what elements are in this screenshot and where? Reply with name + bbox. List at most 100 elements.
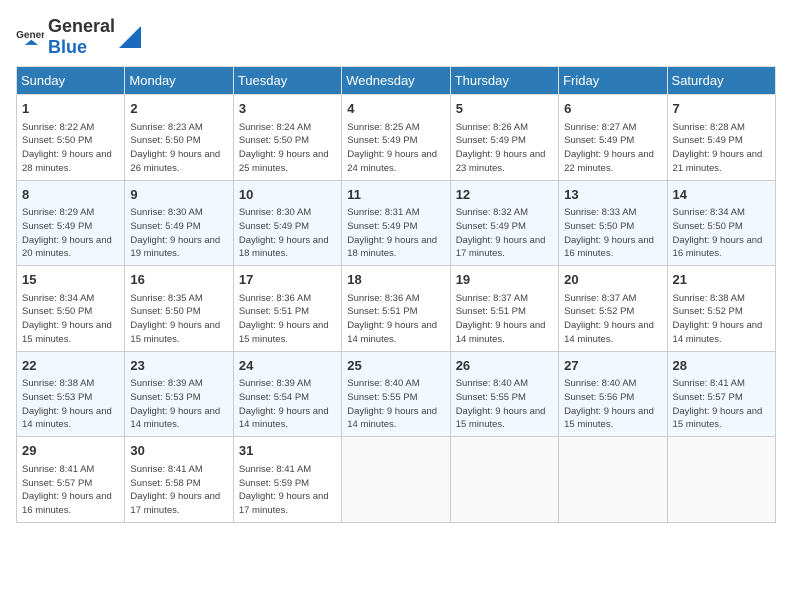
calendar-cell — [559, 437, 667, 523]
day-info: Sunrise: 8:23 AM Sunset: 5:50 PM Dayligh… — [130, 121, 227, 176]
calendar-cell: 4 Sunrise: 8:25 AM Sunset: 5:49 PM Dayli… — [342, 95, 450, 181]
calendar-cell: 19 Sunrise: 8:37 AM Sunset: 5:51 PM Dayl… — [450, 266, 558, 352]
calendar-cell: 30 Sunrise: 8:41 AM Sunset: 5:58 PM Dayl… — [125, 437, 233, 523]
day-number: 28 — [673, 356, 770, 376]
weekday-header-wednesday: Wednesday — [342, 67, 450, 95]
day-number: 11 — [347, 185, 444, 205]
day-number: 27 — [564, 356, 661, 376]
day-info: Sunrise: 8:40 AM Sunset: 5:56 PM Dayligh… — [564, 377, 661, 432]
calendar-cell: 1 Sunrise: 8:22 AM Sunset: 5:50 PM Dayli… — [17, 95, 125, 181]
calendar-cell: 29 Sunrise: 8:41 AM Sunset: 5:57 PM Dayl… — [17, 437, 125, 523]
day-info: Sunrise: 8:40 AM Sunset: 5:55 PM Dayligh… — [456, 377, 553, 432]
weekday-header-friday: Friday — [559, 67, 667, 95]
day-number: 6 — [564, 99, 661, 119]
day-number: 30 — [130, 441, 227, 461]
day-info: Sunrise: 8:34 AM Sunset: 5:50 PM Dayligh… — [673, 206, 770, 261]
day-number: 2 — [130, 99, 227, 119]
day-number: 14 — [673, 185, 770, 205]
calendar-cell: 15 Sunrise: 8:34 AM Sunset: 5:50 PM Dayl… — [17, 266, 125, 352]
calendar-cell: 2 Sunrise: 8:23 AM Sunset: 5:50 PM Dayli… — [125, 95, 233, 181]
calendar-cell: 12 Sunrise: 8:32 AM Sunset: 5:49 PM Dayl… — [450, 180, 558, 266]
calendar-cell: 22 Sunrise: 8:38 AM Sunset: 5:53 PM Dayl… — [17, 351, 125, 437]
calendar-cell: 10 Sunrise: 8:30 AM Sunset: 5:49 PM Dayl… — [233, 180, 341, 266]
day-info: Sunrise: 8:41 AM Sunset: 5:58 PM Dayligh… — [130, 463, 227, 518]
day-number: 21 — [673, 270, 770, 290]
day-info: Sunrise: 8:41 AM Sunset: 5:57 PM Dayligh… — [22, 463, 119, 518]
day-number: 17 — [239, 270, 336, 290]
day-number: 25 — [347, 356, 444, 376]
day-info: Sunrise: 8:39 AM Sunset: 5:54 PM Dayligh… — [239, 377, 336, 432]
day-info: Sunrise: 8:31 AM Sunset: 5:49 PM Dayligh… — [347, 206, 444, 261]
day-number: 23 — [130, 356, 227, 376]
day-info: Sunrise: 8:22 AM Sunset: 5:50 PM Dayligh… — [22, 121, 119, 176]
weekday-header-thursday: Thursday — [450, 67, 558, 95]
page-header: General General Blue — [16, 16, 776, 58]
calendar-cell — [450, 437, 558, 523]
day-info: Sunrise: 8:27 AM Sunset: 5:49 PM Dayligh… — [564, 121, 661, 176]
day-info: Sunrise: 8:36 AM Sunset: 5:51 PM Dayligh… — [239, 292, 336, 347]
calendar-cell: 31 Sunrise: 8:41 AM Sunset: 5:59 PM Dayl… — [233, 437, 341, 523]
day-info: Sunrise: 8:35 AM Sunset: 5:50 PM Dayligh… — [130, 292, 227, 347]
weekday-header-sunday: Sunday — [17, 67, 125, 95]
day-info: Sunrise: 8:38 AM Sunset: 5:53 PM Dayligh… — [22, 377, 119, 432]
day-number: 3 — [239, 99, 336, 119]
weekday-header-saturday: Saturday — [667, 67, 775, 95]
day-number: 8 — [22, 185, 119, 205]
calendar-cell: 27 Sunrise: 8:40 AM Sunset: 5:56 PM Dayl… — [559, 351, 667, 437]
calendar-cell: 24 Sunrise: 8:39 AM Sunset: 5:54 PM Dayl… — [233, 351, 341, 437]
day-number: 20 — [564, 270, 661, 290]
day-info: Sunrise: 8:34 AM Sunset: 5:50 PM Dayligh… — [22, 292, 119, 347]
day-number: 16 — [130, 270, 227, 290]
logo-blue-text: Blue — [48, 37, 87, 57]
logo: General General Blue — [16, 16, 141, 58]
day-info: Sunrise: 8:24 AM Sunset: 5:50 PM Dayligh… — [239, 121, 336, 176]
calendar-cell: 23 Sunrise: 8:39 AM Sunset: 5:53 PM Dayl… — [125, 351, 233, 437]
day-number: 31 — [239, 441, 336, 461]
calendar-week-2: 8 Sunrise: 8:29 AM Sunset: 5:49 PM Dayli… — [17, 180, 776, 266]
day-number: 12 — [456, 185, 553, 205]
calendar-cell: 16 Sunrise: 8:35 AM Sunset: 5:50 PM Dayl… — [125, 266, 233, 352]
day-number: 4 — [347, 99, 444, 119]
day-number: 5 — [456, 99, 553, 119]
calendar-cell: 6 Sunrise: 8:27 AM Sunset: 5:49 PM Dayli… — [559, 95, 667, 181]
day-info: Sunrise: 8:40 AM Sunset: 5:55 PM Dayligh… — [347, 377, 444, 432]
calendar-table: SundayMondayTuesdayWednesdayThursdayFrid… — [16, 66, 776, 523]
calendar-week-5: 29 Sunrise: 8:41 AM Sunset: 5:57 PM Dayl… — [17, 437, 776, 523]
day-info: Sunrise: 8:37 AM Sunset: 5:51 PM Dayligh… — [456, 292, 553, 347]
day-info: Sunrise: 8:30 AM Sunset: 5:49 PM Dayligh… — [130, 206, 227, 261]
logo-general-text: General — [48, 16, 115, 36]
day-number: 26 — [456, 356, 553, 376]
day-info: Sunrise: 8:29 AM Sunset: 5:49 PM Dayligh… — [22, 206, 119, 261]
day-info: Sunrise: 8:36 AM Sunset: 5:51 PM Dayligh… — [347, 292, 444, 347]
logo-triangle-icon — [119, 26, 141, 48]
calendar-cell: 11 Sunrise: 8:31 AM Sunset: 5:49 PM Dayl… — [342, 180, 450, 266]
day-number: 29 — [22, 441, 119, 461]
calendar-cell: 21 Sunrise: 8:38 AM Sunset: 5:52 PM Dayl… — [667, 266, 775, 352]
day-number: 15 — [22, 270, 119, 290]
day-number: 10 — [239, 185, 336, 205]
day-info: Sunrise: 8:33 AM Sunset: 5:50 PM Dayligh… — [564, 206, 661, 261]
day-info: Sunrise: 8:32 AM Sunset: 5:49 PM Dayligh… — [456, 206, 553, 261]
day-number: 9 — [130, 185, 227, 205]
day-number: 24 — [239, 356, 336, 376]
calendar-header-row: SundayMondayTuesdayWednesdayThursdayFrid… — [17, 67, 776, 95]
day-number: 7 — [673, 99, 770, 119]
calendar-cell: 7 Sunrise: 8:28 AM Sunset: 5:49 PM Dayli… — [667, 95, 775, 181]
calendar-cell: 25 Sunrise: 8:40 AM Sunset: 5:55 PM Dayl… — [342, 351, 450, 437]
day-info: Sunrise: 8:28 AM Sunset: 5:49 PM Dayligh… — [673, 121, 770, 176]
calendar-cell: 3 Sunrise: 8:24 AM Sunset: 5:50 PM Dayli… — [233, 95, 341, 181]
calendar-cell: 18 Sunrise: 8:36 AM Sunset: 5:51 PM Dayl… — [342, 266, 450, 352]
day-number: 22 — [22, 356, 119, 376]
calendar-week-1: 1 Sunrise: 8:22 AM Sunset: 5:50 PM Dayli… — [17, 95, 776, 181]
day-number: 19 — [456, 270, 553, 290]
calendar-cell: 8 Sunrise: 8:29 AM Sunset: 5:49 PM Dayli… — [17, 180, 125, 266]
weekday-header-tuesday: Tuesday — [233, 67, 341, 95]
calendar-cell: 13 Sunrise: 8:33 AM Sunset: 5:50 PM Dayl… — [559, 180, 667, 266]
day-number: 1 — [22, 99, 119, 119]
logo-icon: General — [16, 27, 44, 47]
day-info: Sunrise: 8:38 AM Sunset: 5:52 PM Dayligh… — [673, 292, 770, 347]
day-info: Sunrise: 8:26 AM Sunset: 5:49 PM Dayligh… — [456, 121, 553, 176]
day-number: 13 — [564, 185, 661, 205]
calendar-cell: 26 Sunrise: 8:40 AM Sunset: 5:55 PM Dayl… — [450, 351, 558, 437]
day-info: Sunrise: 8:41 AM Sunset: 5:57 PM Dayligh… — [673, 377, 770, 432]
